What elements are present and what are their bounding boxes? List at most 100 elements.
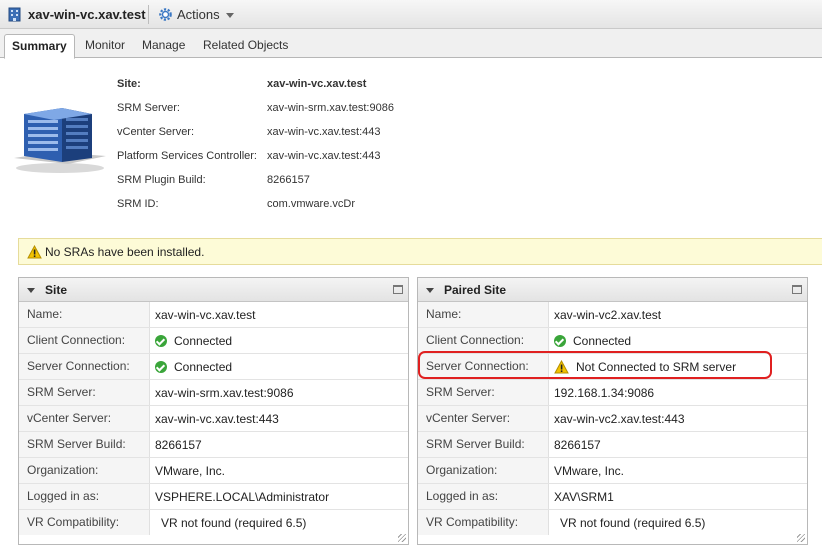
row-label: SRM Server: <box>19 380 150 405</box>
resize-grip-icon[interactable] <box>398 534 406 542</box>
row-value: XAV\SRM1 <box>554 484 614 509</box>
row-value: xav-win-vc2.xav.test:443 <box>554 406 685 431</box>
row-value-text: Connected <box>174 359 233 374</box>
site-row-srm-server: SRM Server: xav-win-srm.xav.test:9086 <box>19 380 408 406</box>
row-value: VSPHERE.LOCAL\Administrator <box>155 484 329 509</box>
site-row-name: Name: xav-win-vc.xav.test <box>19 302 408 328</box>
row-label: Name: <box>418 302 549 327</box>
row-value: xav-win-vc2.xav.test <box>554 302 661 327</box>
paired-row-srm-build: SRM Server Build: 8266157 <box>418 432 807 458</box>
paired-row-srm-server: SRM Server: 192.168.1.34:9086 <box>418 380 807 406</box>
vcenter-icon <box>8 7 21 22</box>
check-circle-icon <box>554 334 566 347</box>
row-label: Logged in as: <box>19 484 150 509</box>
row-value-text: 8266157 <box>155 437 202 452</box>
row-label: Client Connection: <box>418 328 549 353</box>
row-value-text: VR not found (required 6.5) <box>161 515 307 530</box>
sra-warning-banner: No SRAs have been installed. <box>18 238 822 265</box>
warning-text: No SRAs have been installed. <box>45 245 205 259</box>
actions-menu-button[interactable]: Actions <box>158 5 234 24</box>
info-label: Platform Services Controller: <box>117 150 257 162</box>
site-row-organization: Organization: VMware, Inc. <box>19 458 408 484</box>
check-circle-icon <box>155 334 167 347</box>
site-panel: Site Name: xav-win-vc.xav.test Client Co… <box>18 277 409 545</box>
info-value: com.vmware.vcDr <box>267 198 356 210</box>
info-value: 8266157 <box>267 174 310 186</box>
row-value: VR not found (required 6.5) <box>560 510 705 535</box>
paired-row-server-connection: Server Connection: Not Connected to SRM … <box>418 354 807 380</box>
row-value: VR not found (required 6.5) <box>161 510 306 535</box>
maximize-icon[interactable] <box>792 285 802 294</box>
row-value-text: Connected <box>174 333 233 348</box>
info-value: xav-win-srm.xav.test:9086 <box>267 102 394 114</box>
site-row-vr-compatibility: VR Compatibility: VR not found (required… <box>19 510 408 536</box>
paired-site-panel: Paired Site Name: xav-win-vc2.xav.test C… <box>417 277 808 545</box>
row-value: Not Connected to SRM server <box>554 354 736 379</box>
site-panel-header: Site <box>19 278 408 302</box>
paired-row-vcenter-server: vCenter Server: xav-win-vc2.xav.test:443 <box>418 406 807 432</box>
site-row-srm-build: SRM Server Build: 8266157 <box>19 432 408 458</box>
row-value-text: xav-win-srm.xav.test:9086 <box>155 385 294 400</box>
tab-related-objects[interactable]: Related Objects <box>203 34 288 58</box>
row-value: 192.168.1.34:9086 <box>554 380 654 405</box>
row-value: VMware, Inc. <box>554 458 624 483</box>
title-separator <box>148 5 149 24</box>
row-value-text: xav-win-vc.xav.test <box>155 307 256 322</box>
info-value: xav-win-vc.xav.test <box>267 78 367 90</box>
row-label: SRM Server Build: <box>418 432 549 457</box>
row-label: Client Connection: <box>19 328 150 353</box>
window-title: xav-win-vc.xav.test <box>28 7 146 22</box>
resize-grip-icon[interactable] <box>797 534 805 542</box>
tab-manage[interactable]: Manage <box>142 34 185 58</box>
row-label: SRM Server: <box>418 380 549 405</box>
paired-row-vr-compatibility: VR Compatibility: VR not found (required… <box>418 510 807 536</box>
tab-monitor[interactable]: Monitor <box>85 34 125 58</box>
tab-bar: Summary Monitor Manage Related Objects <box>0 29 822 59</box>
row-label: Name: <box>19 302 150 327</box>
row-value-text: VMware, Inc. <box>554 463 625 478</box>
row-value: xav-win-srm.xav.test:9086 <box>155 380 294 405</box>
collapse-icon[interactable] <box>27 288 35 293</box>
site-row-server-connection: Server Connection: Connected <box>19 354 408 380</box>
paired-row-name: Name: xav-win-vc2.xav.test <box>418 302 807 328</box>
info-label: SRM ID: <box>117 198 159 210</box>
row-value: Connected <box>155 328 232 353</box>
warning-icon <box>27 245 42 259</box>
paired-row-logged-in-as: Logged in as: XAV\SRM1 <box>418 484 807 510</box>
gear-icon <box>159 8 172 21</box>
row-label: VR Compatibility: <box>418 510 549 535</box>
row-value-text: VSPHERE.LOCAL\Administrator <box>155 489 330 504</box>
site-panel-title: Site <box>45 283 68 297</box>
info-label: vCenter Server: <box>117 126 195 138</box>
warning-icon <box>554 359 569 373</box>
row-value: 8266157 <box>554 432 601 457</box>
row-value-text: VR not found (required 6.5) <box>560 515 706 530</box>
row-value-text: xav-win-vc.xav.test:443 <box>155 411 279 426</box>
collapse-icon[interactable] <box>426 288 434 293</box>
info-label: SRM Plugin Build: <box>117 174 206 186</box>
row-value: Connected <box>554 328 631 353</box>
info-value: xav-win-vc.xav.test:443 <box>267 150 381 162</box>
row-value-text: Not Connected to SRM server <box>576 359 737 374</box>
datacenter-building-icon <box>14 108 106 173</box>
site-row-client-connection: Client Connection: Connected <box>19 328 408 354</box>
row-value-text: XAV\SRM1 <box>554 489 614 504</box>
row-value-text: 8266157 <box>554 437 601 452</box>
maximize-icon[interactable] <box>393 285 403 294</box>
paired-site-panel-title: Paired Site <box>444 283 507 297</box>
paired-row-organization: Organization: VMware, Inc. <box>418 458 807 484</box>
row-value-text: VMware, Inc. <box>155 463 226 478</box>
info-label: SRM Server: <box>117 102 180 114</box>
row-value-text: 192.168.1.34:9086 <box>554 385 655 400</box>
tab-summary[interactable]: Summary <box>4 34 75 59</box>
paired-site-panel-header: Paired Site <box>418 278 807 302</box>
info-label: Site: <box>117 78 141 90</box>
row-label: VR Compatibility: <box>19 510 150 535</box>
row-value: 8266157 <box>155 432 202 457</box>
row-value-text: xav-win-vc2.xav.test:443 <box>554 411 685 426</box>
row-label: vCenter Server: <box>418 406 549 431</box>
actions-label: Actions <box>177 7 220 22</box>
site-row-vcenter-server: vCenter Server: xav-win-vc.xav.test:443 <box>19 406 408 432</box>
row-label: Organization: <box>19 458 150 483</box>
row-label: vCenter Server: <box>19 406 150 431</box>
